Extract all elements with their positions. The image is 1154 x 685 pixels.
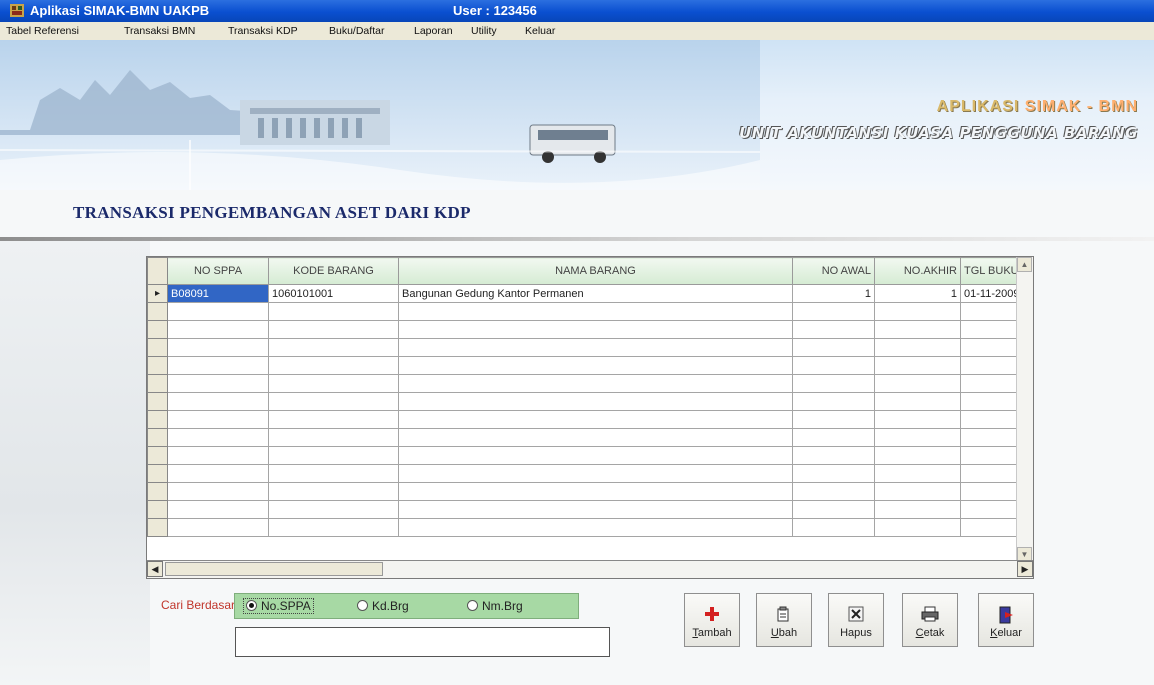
scroll-thumb[interactable] <box>165 562 383 576</box>
hapus-label: Hapus <box>840 627 872 639</box>
ubah-button[interactable]: Ubah <box>756 593 812 647</box>
radio-kd-brg[interactable]: Kd.Brg <box>357 599 409 613</box>
menu-tabel-referensi[interactable]: Tabel Referensi <box>6 25 79 37</box>
keluar-button[interactable]: Keluar <box>978 593 1034 647</box>
banner-unit-name: UNIT AKUNTANSI KUASA PENGGUNA BARANG <box>739 124 1138 142</box>
cell-nama-barang[interactable]: Bangunan Gedung Kantor Permanen <box>398 284 793 303</box>
search-label: Cari Berdasar <box>161 598 236 612</box>
banner-app-name: APLIKASI SIMAK - BMN <box>937 98 1138 116</box>
action-button-panel: Tambah Ubah Hapus Cetak Keluar <box>684 593 1036 648</box>
tambah-label: Tambah <box>692 627 732 639</box>
red-plus-icon <box>685 606 739 624</box>
exit-door-icon <box>979 606 1033 624</box>
left-decoration <box>0 241 150 685</box>
radio-no-sppa-label: No.SPPA <box>261 599 311 613</box>
vertical-scrollbar[interactable]: ▲ ▼ <box>1016 257 1033 562</box>
empty-row <box>147 500 1024 519</box>
radio-selected-icon <box>246 600 257 611</box>
empty-row <box>147 518 1024 537</box>
column-header-no-akhir[interactable]: NO.AKHIR <box>874 257 961 285</box>
radio-nm-brg[interactable]: Nm.Brg <box>467 599 523 613</box>
column-header-no-sppa[interactable]: NO SPPA <box>167 257 269 285</box>
scroll-up-icon[interactable]: ▲ <box>1017 257 1032 272</box>
column-header-nama-barang[interactable]: NAMA BARANG <box>398 257 793 285</box>
empty-row <box>147 392 1024 411</box>
empty-row <box>147 374 1024 393</box>
data-grid[interactable]: NO SPPA KODE BARANG NAMA BARANG NO AWAL … <box>146 256 1034 579</box>
grid-corner <box>147 257 168 285</box>
empty-row <box>147 320 1024 339</box>
hapus-button[interactable]: Hapus <box>828 593 884 647</box>
empty-row <box>147 482 1024 501</box>
header-banner: APLIKASI SIMAK - BMN UNIT AKUNTANSI KUAS… <box>0 40 1154 190</box>
cell-no-awal[interactable]: 1 <box>792 284 875 303</box>
radio-icon <box>357 600 368 611</box>
empty-row <box>147 302 1024 321</box>
search-input[interactable] <box>235 627 610 657</box>
empty-row <box>147 410 1024 429</box>
cetak-button[interactable]: Cetak <box>902 593 958 647</box>
printer-icon <box>903 606 957 624</box>
column-header-kode-barang[interactable]: KODE BARANG <box>268 257 399 285</box>
user-label: User : 123456 <box>453 3 537 18</box>
cell-tgl-buku[interactable]: 01-11-2009 <box>959 284 1024 303</box>
menu-transaksi-kdp[interactable]: Transaksi KDP <box>228 25 298 37</box>
empty-row <box>147 338 1024 357</box>
keluar-label: Keluar <box>990 627 1022 639</box>
radio-no-sppa[interactable]: No.SPPA <box>243 598 314 614</box>
menu-laporan[interactable]: Laporan <box>414 25 453 37</box>
column-header-no-awal[interactable]: NO AWAL <box>792 257 875 285</box>
title-divider <box>0 237 1154 241</box>
title-bar: Aplikasi SIMAK-BMN UAKPB User : 123456 <box>0 0 1154 22</box>
radio-kd-brg-label: Kd.Brg <box>372 599 409 613</box>
cell-kode-barang[interactable]: 1060101001 <box>268 284 399 303</box>
banner-illustration <box>0 40 760 190</box>
delete-x-icon <box>829 606 883 624</box>
scroll-right-icon[interactable]: ▶ <box>1017 561 1033 577</box>
radio-nm-brg-label: Nm.Brg <box>482 599 523 613</box>
scroll-left-icon[interactable]: ◀ <box>147 561 163 577</box>
search-options-panel: No.SPPA Kd.Brg Nm.Brg <box>234 593 579 619</box>
banner-app-name-prefix: APLIKASI <box>936 98 1025 115</box>
menu-buku-daftar[interactable]: Buku/Daftar <box>329 25 384 37</box>
tambah-button[interactable]: Tambah <box>684 593 740 647</box>
app-icon <box>10 4 24 17</box>
table-row[interactable]: ▸ B08091 1060101001 Bangunan Gedung Kant… <box>147 284 1024 303</box>
empty-row <box>147 356 1024 375</box>
menu-transaksi-bmn[interactable]: Transaksi BMN <box>124 25 195 37</box>
row-indicator: ▸ <box>147 284 168 303</box>
empty-row <box>147 446 1024 465</box>
menu-keluar[interactable]: Keluar <box>525 25 555 37</box>
menu-utility[interactable]: Utility <box>471 25 497 37</box>
cell-no-sppa[interactable]: B08091 <box>167 284 269 303</box>
edit-document-icon <box>757 606 811 624</box>
ubah-label: Ubah <box>770 627 798 639</box>
column-header-tgl-buku[interactable]: TGL BUKU <box>959 257 1024 285</box>
menu-bar: Tabel Referensi Transaksi BMN Transaksi … <box>0 22 1154 40</box>
grid-table: NO SPPA KODE BARANG NAMA BARANG NO AWAL … <box>147 257 1024 537</box>
empty-row <box>147 464 1024 483</box>
radio-icon <box>467 600 478 611</box>
app-title: Aplikasi SIMAK-BMN UAKPB <box>30 3 210 18</box>
cetak-label: Cetak <box>915 627 945 639</box>
banner-app-name-accent: SIMAK - BMN <box>1024 98 1138 115</box>
horizontal-scrollbar[interactable]: ◀ ▶ <box>147 560 1033 578</box>
cell-no-akhir[interactable]: 1 <box>874 284 961 303</box>
form-title: TRANSAKSI PENGEMBANGAN ASET DARI KDP <box>73 203 471 222</box>
empty-row <box>147 428 1024 447</box>
